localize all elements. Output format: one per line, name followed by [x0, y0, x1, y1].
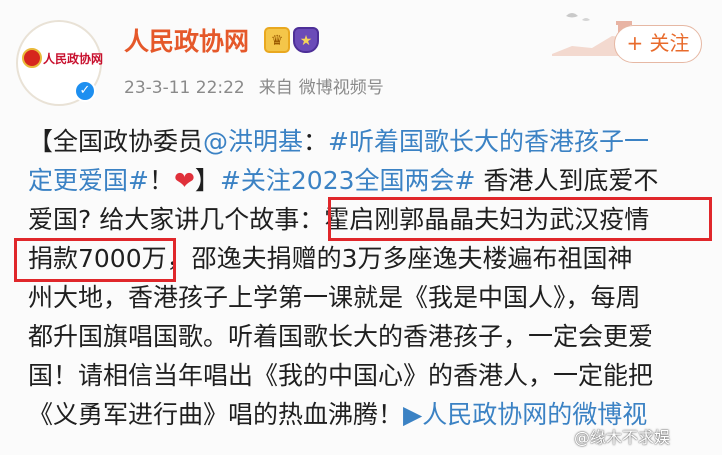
post-text: 《义勇军进行曲》唱的热血沸腾！	[28, 400, 404, 429]
post-text: ：	[303, 127, 329, 156]
post-text: 】	[194, 166, 220, 195]
account-name[interactable]: 人民政协网	[124, 22, 249, 58]
watermark: @缘木不求娱	[574, 428, 671, 447]
post-line: 爱国? 给大家讲几个故事：霍启刚郭晶晶夫妇为武汉疫情	[28, 200, 708, 239]
post-body: 【全国政协委员@洪明基：#听着国歌长大的香港孩子一 定更爱国#！❤】#关注202…	[28, 122, 708, 434]
highlighted-text: 霍启刚郭晶晶夫妇为武汉疫情	[324, 205, 650, 234]
mention-link[interactable]: @洪明基	[203, 127, 303, 156]
post-text: 爱国? 给大家讲几个故事：	[28, 205, 325, 234]
post-line: 州大地，香港孩子上学第一课就是《我是中国人》，每周	[28, 283, 641, 312]
post-timestamp[interactable]: 23-3-11 22:22	[124, 78, 245, 98]
topic-link[interactable]: 定更爱国#	[28, 166, 149, 195]
avatar-logo-text: 人民政协网	[43, 52, 104, 66]
follow-button[interactable]: + 关注	[614, 25, 702, 63]
shield-badge-icon[interactable]: ★	[293, 27, 319, 53]
highlighted-text: 捐款7000万	[28, 244, 167, 273]
post-text: 香港人到底爱不	[475, 166, 659, 195]
national-emblem-icon	[22, 48, 42, 68]
verified-check-icon: ✓	[74, 80, 96, 102]
post-header: 人民政协网 ✓ 人民政协网 ♛ ★ 23-3-11 22:22 来自 微博视频号 +…	[0, 0, 722, 112]
post-source[interactable]: 微博视频号	[299, 78, 384, 98]
post-line: 国！请相信当年唱出《我的中国心》的香港人，一定能把	[28, 361, 654, 390]
topic-link[interactable]: #听着国歌长大的香港孩子一	[328, 127, 649, 156]
topic-link-2023[interactable]: #关注2023全国两会#	[220, 166, 476, 195]
crown-badge-icon[interactable]: ♛	[264, 27, 290, 53]
post-line: 都升国旗唱国歌。听着国歌长大的香港孩子，一定会更爱	[28, 322, 654, 351]
video-camera-icon[interactable]: ▶	[403, 400, 422, 429]
source-prefix: 来自	[258, 78, 293, 98]
post-line: 捐款7000万，邵逸夫捐赠的3万多座逸夫楼遍布祖国神	[28, 239, 708, 278]
post-text: ！	[148, 166, 174, 195]
post-line: 定更爱国#！❤】#关注2023全国两会# 香港人到底爱不	[28, 161, 708, 200]
post-meta: 23-3-11 22:22 来自 微博视频号	[124, 73, 398, 98]
post-text: 【全国政协委员	[28, 127, 204, 156]
post-text: ，邵逸夫捐赠的3万多座逸夫楼遍布祖国神	[166, 244, 633, 273]
post-line: 【全国政协委员@洪明基：#听着国歌长大的香港孩子一	[28, 122, 708, 161]
heart-icon: ❤	[173, 166, 195, 195]
